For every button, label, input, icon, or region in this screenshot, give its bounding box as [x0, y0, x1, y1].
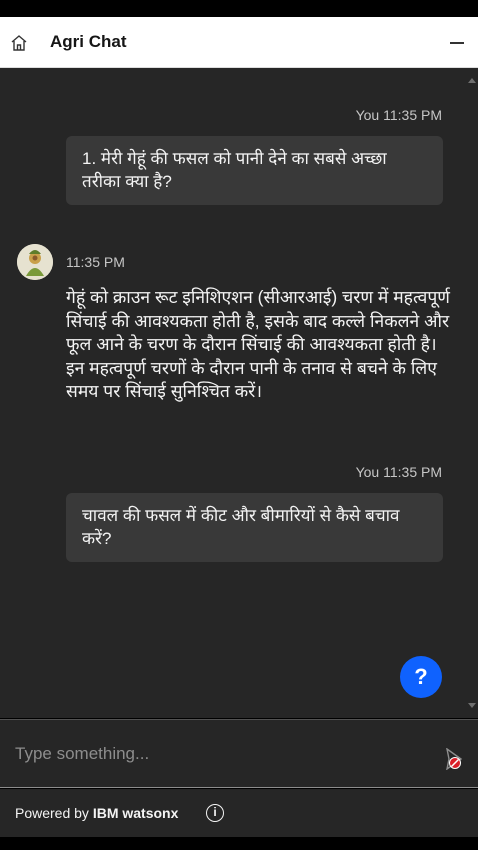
info-icon[interactable]: i	[206, 804, 224, 822]
message-input[interactable]	[0, 720, 447, 788]
footer: Powered by IBM watsonx i	[0, 789, 478, 837]
help-button[interactable]: ?	[400, 656, 442, 698]
user-message-meta: You 11:35 PM	[355, 464, 442, 480]
message-list[interactable]: You 11:35 PM 1. मेरी गेहूं की फसल को पान…	[0, 68, 478, 718]
powered-by-brand: IBM watsonx	[92, 805, 179, 821]
bot-message-time: 11:35 PM	[66, 254, 125, 270]
chat-title: Agri Chat	[50, 32, 127, 51]
scroll-up-icon[interactable]	[468, 78, 476, 83]
bot-avatar-icon	[17, 244, 53, 280]
user-message-bubble: 1. मेरी गेहूं की फसल को पानी देने का सबस…	[66, 136, 443, 205]
send-icon[interactable]	[444, 748, 464, 770]
user-message-meta: You 11:35 PM	[355, 107, 442, 123]
user-message-bubble: चावल की फसल में कीट और बीमारियों से कैसे…	[66, 493, 443, 562]
home-icon[interactable]	[10, 34, 28, 52]
powered-by-prefix: Powered by	[15, 805, 89, 821]
minimize-icon[interactable]	[446, 29, 468, 55]
chat-header: Agri Chat	[0, 17, 478, 68]
powered-by-label: Powered by IBM watsonx	[15, 805, 178, 821]
bot-message-text: गेहूं को क्राउन रूट इनिशिएशन (सीआरआई) चर…	[66, 287, 450, 401]
scroll-down-icon[interactable]	[468, 703, 476, 708]
message-input-area	[0, 719, 478, 788]
